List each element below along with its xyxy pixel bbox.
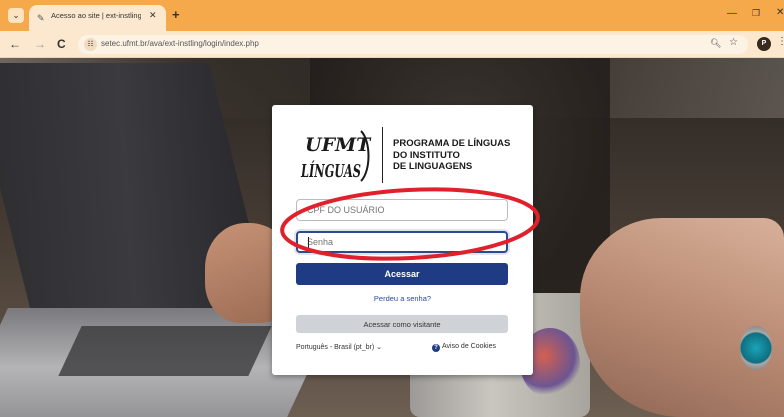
new-tab-icon[interactable]: + <box>172 7 180 22</box>
window-close-icon[interactable]: ✕ <box>776 7 784 18</box>
login-button[interactable]: Acessar <box>296 263 508 285</box>
tab-search-icon[interactable]: ⌄ <box>8 8 24 23</box>
language-selector[interactable]: Português - Brasil (pt_br) ⌄ <box>296 343 382 351</box>
login-card: UFMT LÍNGUAS PROGRAMA DE LÍNGUAS DO INST… <box>272 105 533 375</box>
minimize-icon[interactable]: — <box>727 8 737 19</box>
browser-tab-strip: ⌄ ✎ Acesso ao site | ext-instling ✕ + — … <box>0 0 784 31</box>
bg-ring <box>740 326 772 370</box>
url-text[interactable]: setec.ufmt.br/ava/ext-instling/login/ind… <box>101 39 259 48</box>
browser-toolbar: ← → C ☷ setec.ufmt.br/ava/ext-instling/l… <box>0 31 784 58</box>
chevron-down-icon: ⌄ <box>376 344 383 351</box>
program-title-line-2: DO INSTITUTO <box>393 149 460 161</box>
program-title-line-3: DE LINGUAGENS <box>393 161 473 172</box>
browser-tab-active[interactable]: ✎ Acesso ao site | ext-instling ✕ <box>29 5 166 31</box>
language-label: Português - Brasil (pt_br) <box>296 344 375 351</box>
menu-icon[interactable]: ⋮ <box>777 36 784 47</box>
password-field[interactable] <box>296 231 508 253</box>
password-input[interactable] <box>298 233 506 251</box>
text-caret <box>308 237 309 248</box>
back-icon[interactable]: ← <box>9 37 21 51</box>
zoom-icon[interactable]: 🔍︎ <box>710 38 721 49</box>
forgot-password-link[interactable]: Perdeu a senha? <box>272 294 533 303</box>
forward-icon[interactable]: → <box>34 37 46 51</box>
profile-avatar[interactable]: P <box>757 37 771 51</box>
program-title: PROGRAMA DE LÍNGUAS DO INSTITUTO DE LING… <box>393 138 510 173</box>
logo-mark-line-2: LÍNGUAS <box>300 159 361 182</box>
tab-title: Acesso ao site | ext-instling <box>51 11 141 20</box>
bg-keyboard <box>58 326 272 376</box>
bg-right-hand <box>580 218 784 417</box>
bookmark-star-icon[interactable]: ☆ <box>729 37 738 48</box>
help-circle-icon: ? <box>432 344 440 352</box>
tab-close-icon[interactable]: ✕ <box>149 10 157 21</box>
program-title-line-1: PROGRAMA DE LÍNGUAS <box>393 138 511 149</box>
site-info-icon[interactable]: ☷ <box>84 38 97 51</box>
reload-icon[interactable]: C <box>57 37 66 51</box>
ufmt-linguas-logo: UFMT LÍNGUAS <box>300 130 372 182</box>
logo-divider <box>382 127 383 183</box>
username-field[interactable] <box>296 199 508 221</box>
cookies-label: Aviso de Cookies <box>442 343 496 350</box>
site-favicon-icon: ✎ <box>37 13 45 23</box>
logo-mark-line-1: UFMT <box>305 134 372 156</box>
username-input[interactable] <box>297 200 507 220</box>
address-bar[interactable]: ☷ setec.ufmt.br/ava/ext-instling/login/i… <box>78 35 748 54</box>
restore-icon[interactable]: ❐ <box>752 8 760 19</box>
guest-access-button[interactable]: Acessar como visitante <box>296 315 508 333</box>
cookies-notice-link[interactable]: ? Aviso de Cookies <box>432 343 496 352</box>
